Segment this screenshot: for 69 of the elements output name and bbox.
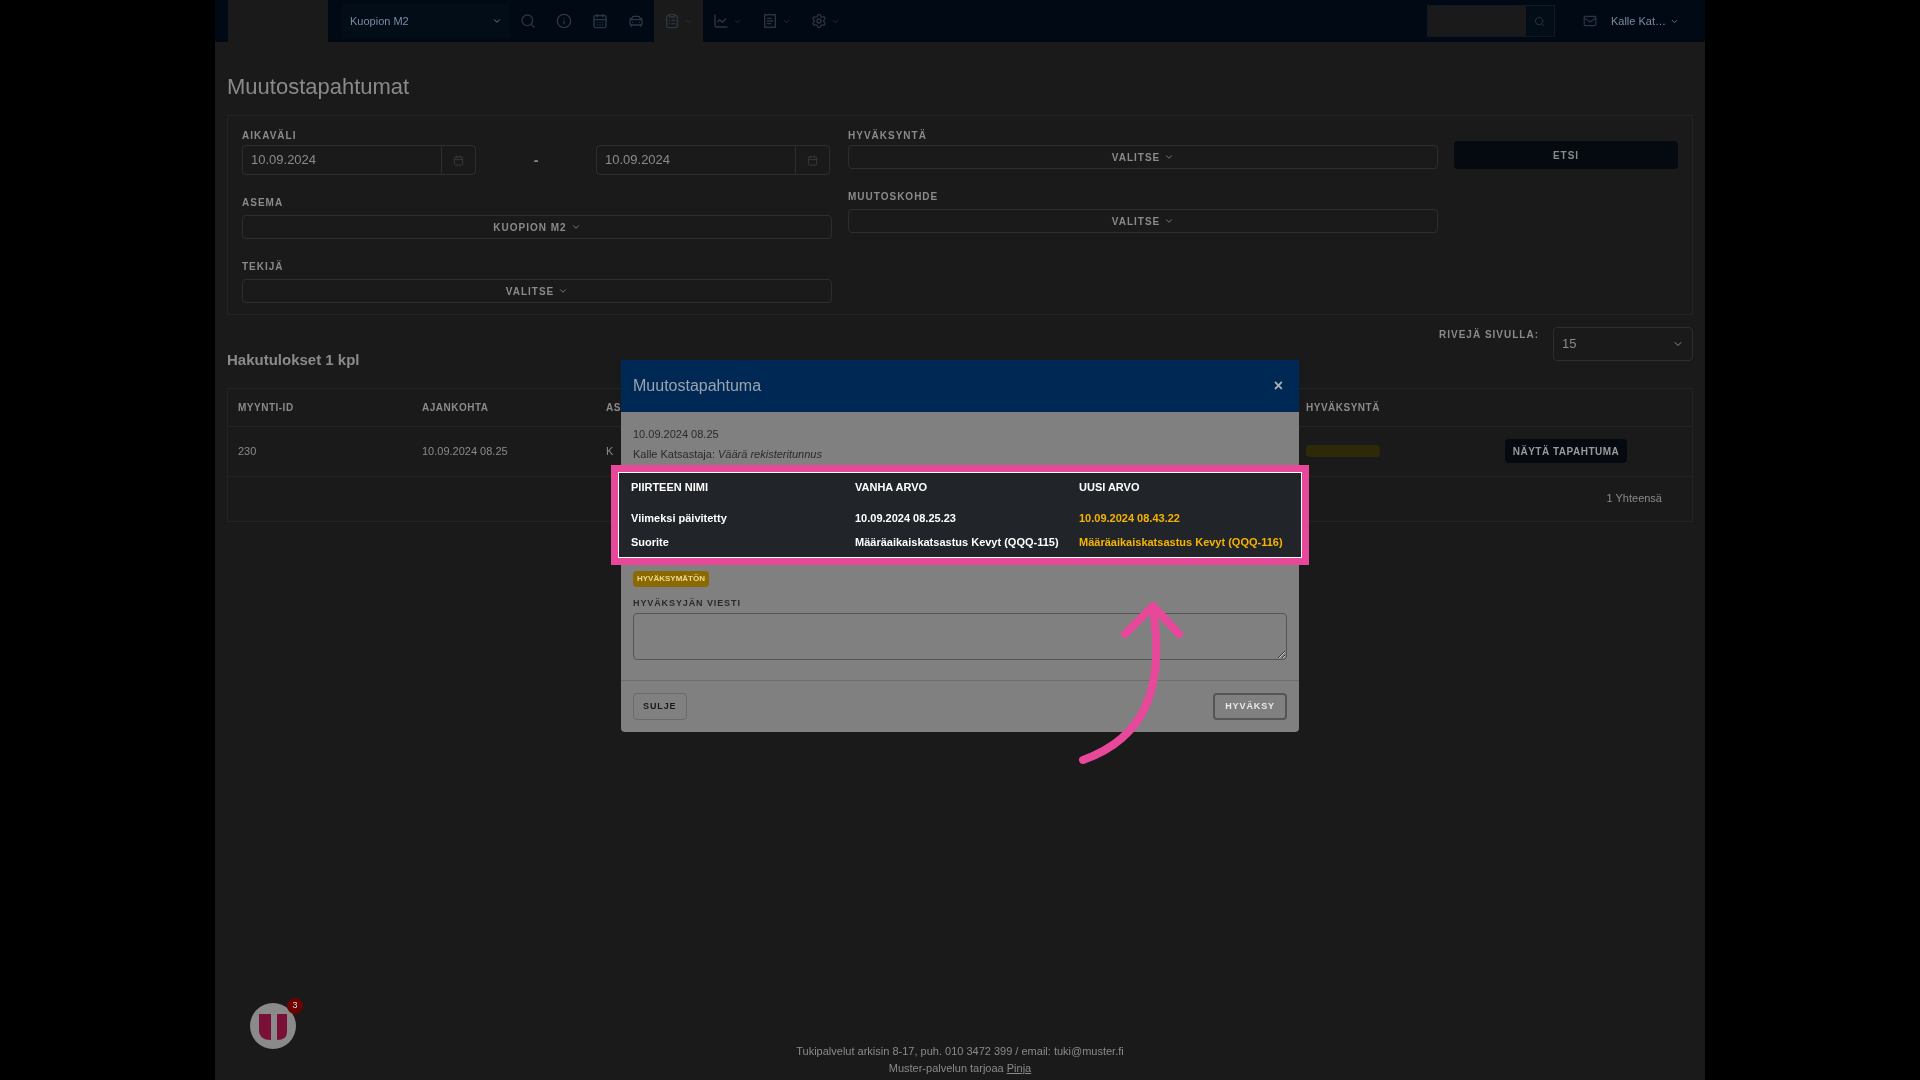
mail-icon[interactable] <box>1582 14 1597 28</box>
table-cell-text: K <box>606 443 614 459</box>
date-field[interactable]: 10.09.2024 <box>242 145 476 175</box>
settings-icon <box>811 13 827 29</box>
status-badge: HYVÄKSYMÄTÖN <box>633 570 709 587</box>
column-header: VANHA ARVO <box>855 480 929 495</box>
message-field[interactable] <box>633 613 1287 660</box>
info-icon <box>556 13 572 29</box>
search-field[interactable] <box>1426 5 1555 37</box>
results-heading: Hakutulokset 1 kpl <box>227 350 360 370</box>
page-title: Muutostapahtumat <box>227 73 411 101</box>
table-cell-text: Suorite <box>631 535 670 550</box>
date-separator: - <box>532 150 540 170</box>
station-dropdown[interactable]: KUOPION M2 <box>242 215 832 239</box>
table-cell-text: 10.09.2024 08.25 <box>422 443 508 459</box>
close-dialog-button[interactable]: SULJE <box>633 693 687 720</box>
date-field[interactable]: 10.09.2024 <box>596 145 830 175</box>
field-label: RIVEJÄ SIVULLA: <box>1439 327 1539 342</box>
close-button[interactable]: × <box>1269 374 1287 398</box>
event-time: 10.09.2024 08.25 <box>633 427 720 442</box>
table-cell-text: Määräaikaiskatsastus Kevyt (QQQ-116) <box>1079 535 1284 550</box>
provider-text: Muster-palvelun tarjoaa Pinja <box>888 1060 1032 1076</box>
caret-icon <box>1164 152 1175 162</box>
rows-per-page-select[interactable]: 15 <box>1553 327 1693 361</box>
field-label: HYVÄKSYJÄN VIESTI <box>633 596 741 610</box>
support-text: Tukipalvelut arkisin 8-17, puh. 010 3472 399 / email: tuki@muster.fi <box>796 1044 1124 1059</box>
caret-icon <box>558 286 569 296</box>
show-event-button[interactable]: NÄYTÄ TAPAHTUMA <box>1504 439 1628 463</box>
notification-badge: 3 <box>287 998 303 1014</box>
provider-link[interactable]: Pinja <box>1006 1061 1032 1074</box>
column-header: UUSI ARVO <box>1079 480 1141 495</box>
author-dropdown[interactable]: VALITSE <box>242 279 832 303</box>
search-button[interactable]: ETSI <box>1454 141 1678 169</box>
target-dropdown[interactable]: VALITSE <box>848 209 1438 233</box>
event-author: Kalle Katsastaja: Väärä rekisteritunnus <box>633 446 823 462</box>
field-label: AIKAVÄLI <box>242 128 298 143</box>
station-select[interactable]: Kuopion M2 <box>342 4 510 38</box>
table-cell-text: Määräaikaiskatsastus Kevyt (QQQ-115) <box>855 535 1060 550</box>
column-header[interactable]: AS <box>606 399 621 415</box>
table-cell-text: 10.09.2024 08.43.22 <box>1079 510 1181 526</box>
column-header[interactable]: MYYNTI-ID <box>238 399 294 415</box>
calendar-icon <box>592 13 608 29</box>
table-cell-text: 230 <box>238 443 257 459</box>
chart-icon <box>713 13 729 29</box>
field-label: HYVÄKSYNTÄ <box>848 128 928 143</box>
nav-item[interactable] <box>654 0 703 42</box>
column-header[interactable]: HYVÄKSYNTÄ <box>1306 399 1380 415</box>
field-label: MUUTOSKOHDE <box>848 191 939 202</box>
search-icon <box>520 13 536 29</box>
table-cell-text: Viimeksi päivitetty <box>631 510 728 526</box>
receipt-icon <box>762 13 778 29</box>
calendar-icon <box>453 154 464 166</box>
clipboard-icon <box>664 13 680 29</box>
modal-title: Muutostapahtuma <box>633 376 762 396</box>
field-label: TEKIJÄ <box>242 261 284 272</box>
chat-logo-icon[interactable] <box>249 1002 297 1050</box>
caret-icon <box>1164 216 1175 226</box>
search-icon <box>1534 15 1546 27</box>
table-cell-text: 10.09.2024 08.25.23 <box>855 510 957 526</box>
caret-icon <box>492 16 502 26</box>
column-header[interactable]: AJANKOHTA <box>422 399 489 415</box>
field-label: ASEMA <box>242 197 284 208</box>
car-icon <box>628 13 644 29</box>
user-menu[interactable]: Kalle Kat… <box>1610 12 1679 30</box>
column-header: PIIRTEEN NIMI <box>631 480 709 495</box>
calendar-icon <box>807 154 818 166</box>
total-count: 1 Yhteensä <box>1606 491 1662 507</box>
caret-icon <box>570 222 581 232</box>
approval-dropdown[interactable]: VALITSE <box>848 145 1438 169</box>
